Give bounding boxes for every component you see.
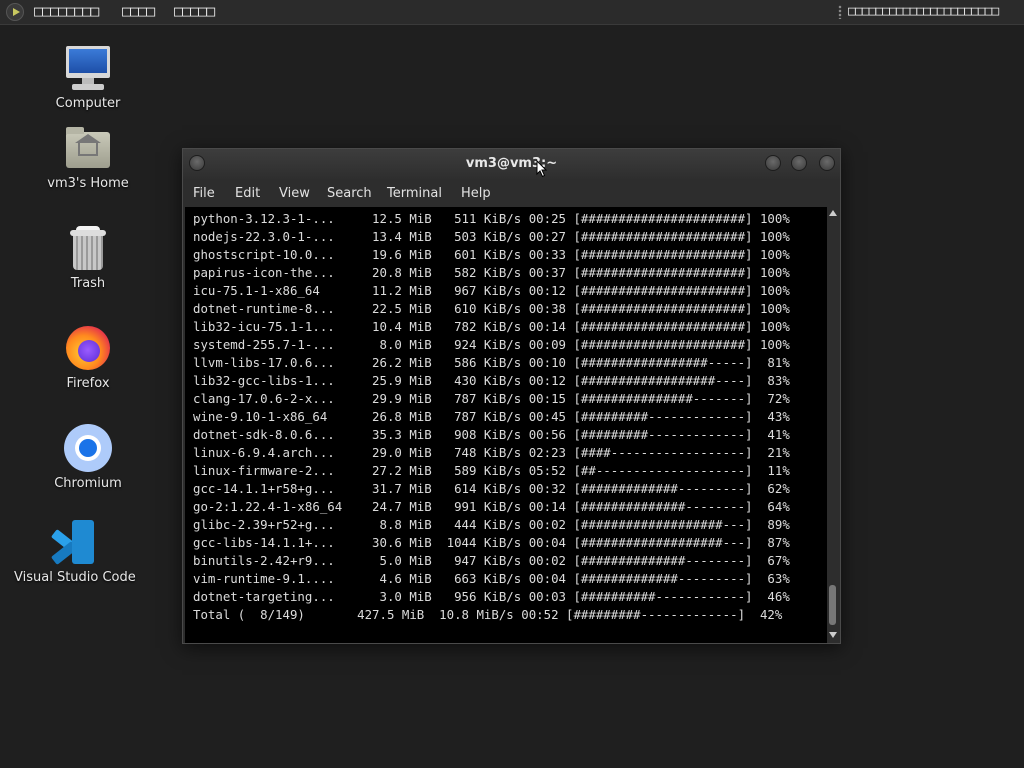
terminal-output[interactable]: python-3.12.3-1-... 12.5 MiB 511 KiB/s 0…: [185, 207, 827, 643]
trash-icon: [64, 224, 112, 272]
menu-help[interactable]: Help: [461, 186, 491, 201]
desktop-icon-label: Trash: [70, 276, 106, 291]
terminal-line: linux-firmware-2... 27.2 MiB 589 KiB/s 0…: [193, 463, 790, 478]
maximize-button[interactable]: [791, 155, 807, 171]
app-launcher-icon[interactable]: [6, 3, 24, 21]
menu-edit[interactable]: Edit: [235, 186, 260, 201]
scroll-up-icon[interactable]: [829, 210, 837, 216]
terminal-line: dotnet-sdk-8.0.6... 35.3 MiB 908 KiB/s 0…: [193, 427, 790, 442]
terminal-line: dotnet-runtime-8... 22.5 MiB 610 KiB/s 0…: [193, 301, 790, 316]
panel-drag-handle[interactable]: [838, 5, 842, 19]
terminal-line: papirus-icon-the... 20.8 MiB 582 KiB/s 0…: [193, 265, 790, 280]
terminal-line: nodejs-22.3.0-1-... 13.4 MiB 503 KiB/s 0…: [193, 229, 790, 244]
scrollbar-thumb[interactable]: [829, 585, 836, 625]
terminal-menubar: File Edit View Search Terminal Help: [183, 181, 840, 207]
desktop-icon-label: Chromium: [54, 476, 122, 491]
terminal-line: gcc-libs-14.1.1+... 30.6 MiB 1044 KiB/s …: [193, 535, 790, 550]
terminal-line: clang-17.0.6-2-x... 29.9 MiB 787 KiB/s 0…: [193, 391, 790, 406]
menu-terminal[interactable]: Terminal: [387, 186, 442, 201]
terminal-line: llvm-libs-17.0.6... 26.2 MiB 586 KiB/s 0…: [193, 355, 790, 370]
top-panel: □□□□□□□□ □□□□ □□□□□ □□□□□□□□□□□□□□□□□□□□…: [0, 0, 1024, 25]
terminal-line: lib32-icu-75.1-1... 10.4 MiB 782 KiB/s 0…: [193, 319, 790, 334]
terminal-line: gcc-14.1.1+r58+g... 31.7 MiB 614 KiB/s 0…: [193, 481, 790, 496]
window-title: vm3@vm3:~: [465, 156, 558, 171]
menu-file[interactable]: File: [193, 186, 215, 201]
desktop-icon-computer[interactable]: Computer: [28, 44, 148, 111]
panel-menu-system[interactable]: □□□□□: [174, 2, 215, 20]
desktop-icon-trash[interactable]: Trash: [28, 224, 148, 291]
terminal-scrollbar[interactable]: [827, 207, 838, 643]
firefox-icon: [64, 324, 112, 372]
terminal-line: dotnet-targeting... 3.0 MiB 956 KiB/s 00…: [193, 589, 790, 604]
desktop-icon-firefox[interactable]: Firefox: [28, 324, 148, 391]
menu-view[interactable]: View: [279, 186, 310, 201]
computer-icon: [64, 44, 112, 92]
terminal-line: vim-runtime-9.1.... 4.6 MiB 663 KiB/s 00…: [193, 571, 790, 586]
terminal-line: icu-75.1-1-x86_64 11.2 MiB 967 KiB/s 00:…: [193, 283, 790, 298]
panel-tray-clock[interactable]: □□□□□□□□□□□□□□□□□□□□□□: [848, 4, 999, 19]
menu-search[interactable]: Search: [327, 186, 372, 201]
terminal-line: ghostscript-10.0... 19.6 MiB 601 KiB/s 0…: [193, 247, 790, 262]
terminal-line: systemd-255.7-1-... 8.0 MiB 924 KiB/s 00…: [193, 337, 790, 352]
panel-menu-applications[interactable]: □□□□□□□□: [34, 2, 99, 20]
vscode-icon: [50, 518, 98, 566]
desktop-icon-vscode[interactable]: Visual Studio Code: [14, 518, 136, 585]
terminal-line: binutils-2.42+r9... 5.0 MiB 947 KiB/s 00…: [193, 553, 790, 568]
scroll-down-icon[interactable]: [829, 632, 837, 638]
panel-menu-places[interactable]: □□□□: [122, 2, 155, 20]
output-lines: python-3.12.3-1-... 12.5 MiB 511 KiB/s 0…: [193, 210, 790, 624]
terminal-line: Total ( 8/149) 427.5 MiB 10.8 MiB/s 00:5…: [193, 607, 783, 622]
terminal-window: vm3@vm3:~ File Edit View Search Terminal…: [182, 148, 841, 644]
desktop-icon-home[interactable]: vm3's Home: [28, 124, 148, 191]
terminal-line: python-3.12.3-1-... 12.5 MiB 511 KiB/s 0…: [193, 211, 790, 226]
desktop-icon-chromium[interactable]: Chromium: [28, 424, 148, 491]
terminal-line: glibc-2.39+r52+g... 8.8 MiB 444 KiB/s 00…: [193, 517, 790, 532]
desktop-icon-label: Computer: [55, 96, 121, 111]
chromium-icon: [64, 424, 112, 472]
terminal-line: wine-9.10-1-x86_64 26.8 MiB 787 KiB/s 00…: [193, 409, 790, 424]
terminal-line: lib32-gcc-libs-1... 25.9 MiB 430 KiB/s 0…: [193, 373, 790, 388]
desktop-icon-label: vm3's Home: [47, 176, 129, 191]
minimize-button[interactable]: [765, 155, 781, 171]
window-titlebar[interactable]: vm3@vm3:~: [183, 149, 840, 179]
terminal-line: linux-6.9.4.arch... 29.0 MiB 748 KiB/s 0…: [193, 445, 790, 460]
desktop-icon-label: Visual Studio Code: [14, 570, 136, 585]
terminal-line: go-2:1.22.4-1-x86_64 24.7 MiB 991 KiB/s …: [193, 499, 790, 514]
home-folder-icon: [64, 124, 112, 172]
close-button[interactable]: [819, 155, 835, 171]
desktop-icon-label: Firefox: [66, 376, 110, 391]
